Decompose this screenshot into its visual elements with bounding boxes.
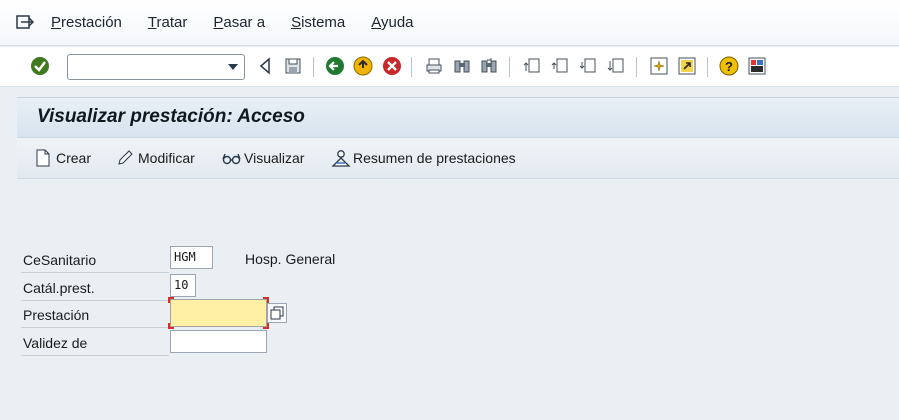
pencil-icon — [116, 149, 134, 167]
menu-ayuda[interactable]: Ayuda — [371, 14, 413, 31]
ce-sanitario-label-row: CeSanitario — [21, 245, 169, 273]
ce-sanitario-field[interactable]: HGM — [170, 246, 213, 269]
menu-bar: Prestación Tratar Pasar a Sistema Ayuda — [0, 0, 899, 46]
page-title: Visualizar prestación: Acceso — [37, 106, 305, 127]
prestacion-input[interactable] — [171, 300, 266, 326]
validez-label-row: Validez de — [21, 328, 169, 356]
cancel-icon[interactable] — [381, 55, 403, 77]
menu-tratar[interactable]: Tratar — [148, 14, 187, 31]
shortcut-icon[interactable] — [676, 55, 698, 77]
catalogo-prest-label-row: Catál.prest. — [21, 273, 169, 301]
menu-expand-icon[interactable] — [15, 13, 37, 33]
system-toolbar: ? — [0, 47, 899, 87]
new-document-icon — [34, 149, 52, 167]
exit-icon[interactable] — [352, 55, 374, 77]
toolbar-separator — [636, 57, 637, 77]
prestacion-label-row: Prestación — [21, 300, 169, 328]
validez-field[interactable] — [170, 330, 267, 353]
title-bar: Visualizar prestación: Acceso — [17, 97, 899, 137]
toolbar-separator — [411, 57, 412, 77]
toolbar-separator — [509, 57, 510, 77]
menu-prestacion[interactable]: Prestación — [51, 14, 122, 31]
glasses-icon — [222, 149, 241, 167]
svg-text:?: ? — [725, 59, 733, 74]
required-marker — [263, 323, 269, 329]
create-button[interactable]: Crear — [34, 149, 91, 167]
application-toolbar: Crear Modificar Visualizar Resumen de pr… — [17, 137, 899, 179]
toolbar-separator — [313, 57, 314, 77]
display-button[interactable]: Visualizar — [222, 149, 304, 167]
menu-pasar-a[interactable]: Pasar a — [213, 14, 265, 31]
prestacion-field[interactable] — [168, 297, 269, 329]
previous-page-icon[interactable] — [549, 55, 571, 77]
new-session-icon[interactable] — [648, 55, 670, 77]
back-arrow-icon[interactable] — [254, 55, 276, 77]
back-icon[interactable] — [324, 55, 346, 77]
help-icon[interactable]: ? — [718, 55, 740, 77]
summary-person-icon — [331, 149, 351, 167]
validez-label: Validez de — [23, 335, 88, 351]
print-icon[interactable] — [423, 55, 445, 77]
catalogo-prest-label: Catál.prest. — [23, 280, 95, 296]
last-page-icon[interactable] — [605, 55, 627, 77]
required-marker — [168, 297, 174, 303]
chevron-down-icon[interactable] — [228, 64, 238, 70]
enter-checkmark-icon[interactable] — [29, 55, 51, 77]
catalogo-prest-field[interactable]: 10 — [170, 274, 196, 297]
ce-sanitario-description: Hosp. General — [245, 251, 336, 267]
menu-sistema[interactable]: Sistema — [291, 14, 345, 31]
toolbar-separator — [707, 57, 708, 77]
first-page-icon[interactable] — [521, 55, 543, 77]
modify-button[interactable]: Modificar — [116, 149, 195, 167]
customize-layout-icon[interactable] — [746, 55, 768, 77]
find-icon[interactable] — [451, 55, 473, 77]
work-area: CeSanitario HGM Hosp. General Catál.pres… — [17, 179, 899, 420]
find-next-icon[interactable] — [478, 55, 500, 77]
next-page-icon[interactable] — [577, 55, 599, 77]
summary-button[interactable]: Resumen de prestaciones — [331, 149, 516, 167]
command-field[interactable] — [67, 54, 245, 80]
value-help-button[interactable] — [267, 303, 287, 323]
prestacion-label: Prestación — [23, 307, 90, 323]
value-help-icon — [270, 306, 284, 320]
ce-sanitario-label: CeSanitario — [23, 252, 97, 268]
command-input[interactable] — [72, 56, 222, 78]
save-icon[interactable] — [282, 55, 304, 77]
